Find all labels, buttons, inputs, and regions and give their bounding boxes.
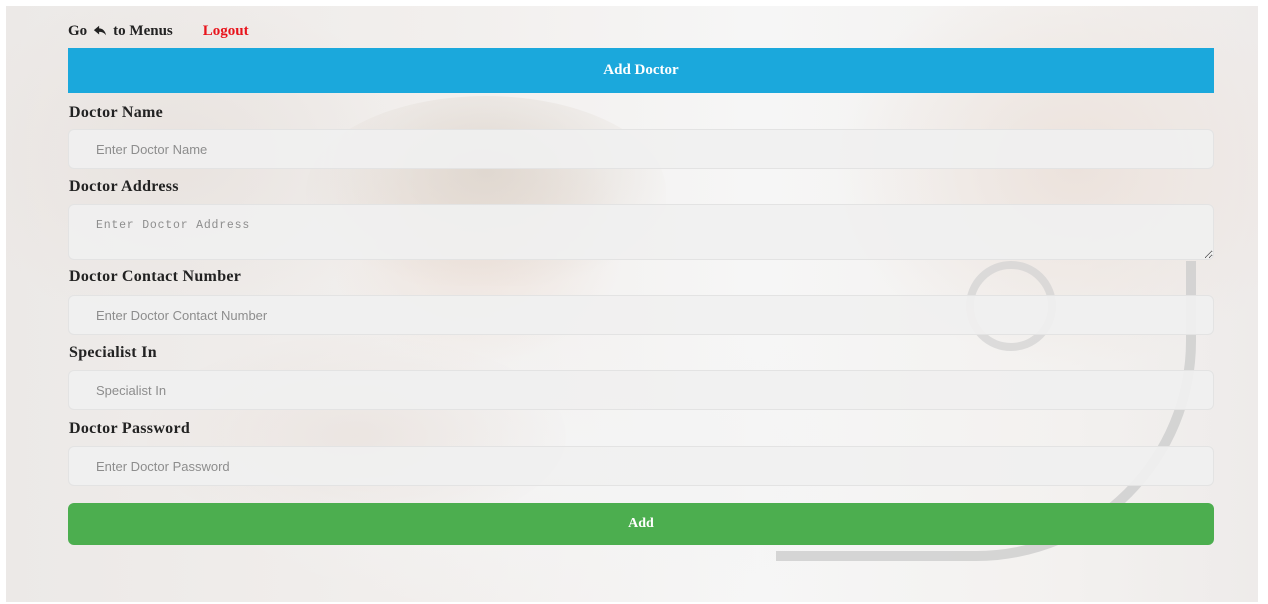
doctor-address-textarea[interactable]: [68, 204, 1214, 260]
doctor-name-input[interactable]: [68, 129, 1214, 169]
specialist-label: Specialist In: [69, 344, 157, 361]
doctor-contact-label: Doctor Contact Number: [69, 268, 242, 285]
doctor-address-label: Doctor Address: [69, 178, 179, 195]
doctor-name-label: Doctor Name: [69, 104, 164, 121]
specialist-input[interactable]: [68, 370, 1214, 410]
undo-arrow-icon: [94, 25, 107, 36]
menus-label: to Menus: [113, 22, 173, 39]
doctor-password-input[interactable]: [68, 446, 1214, 486]
go-label: Go: [68, 22, 88, 39]
page-title: Add Doctor: [603, 62, 679, 78]
top-nav: Go to Menus Logout: [68, 20, 249, 42]
logout-link[interactable]: Logout: [203, 23, 249, 40]
add-doctor-header: Add Doctor: [68, 48, 1214, 93]
add-button[interactable]: Add: [68, 503, 1214, 545]
go-to-menus-link[interactable]: Go to Menus: [68, 23, 173, 40]
doctor-contact-input[interactable]: [68, 295, 1214, 335]
doctor-password-label: Doctor Password: [69, 420, 191, 437]
